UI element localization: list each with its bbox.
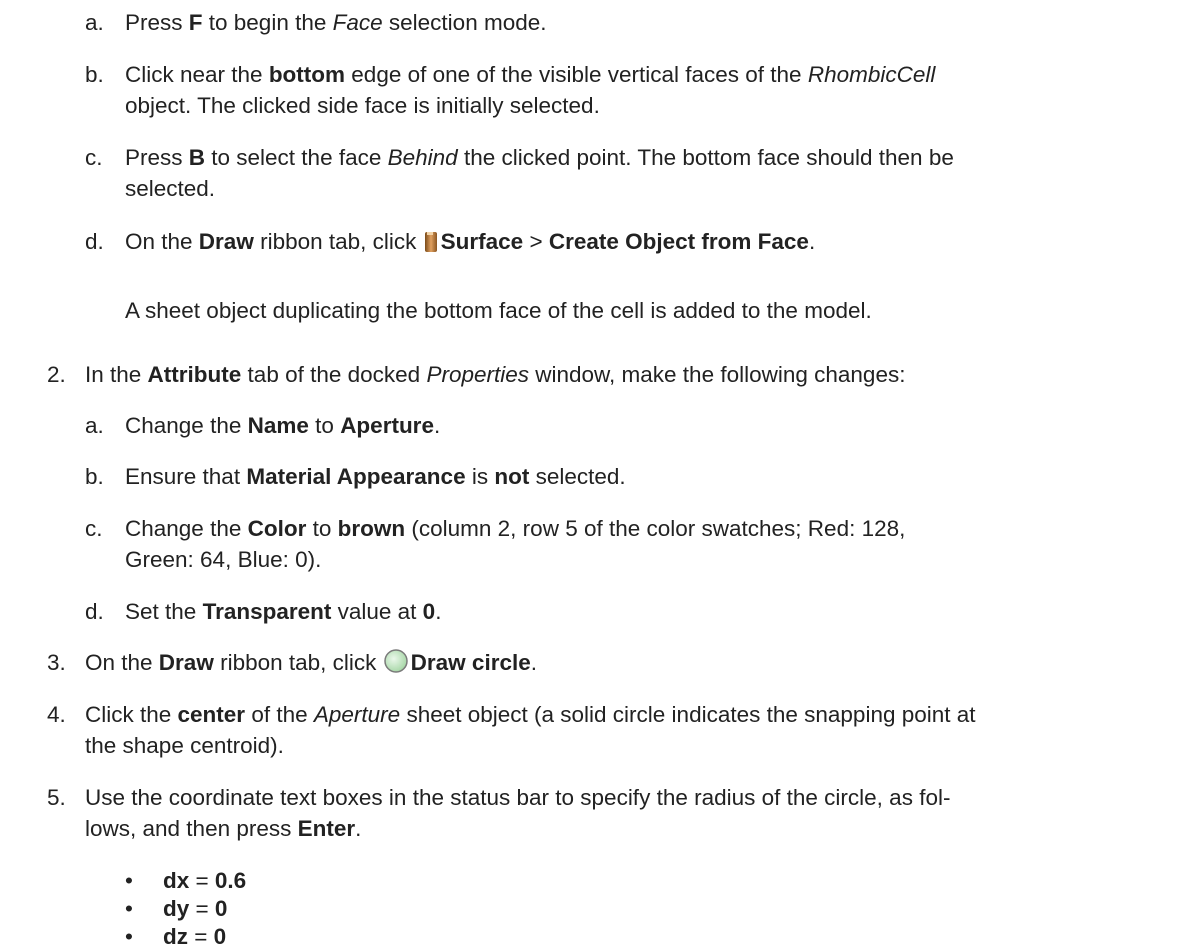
step-1d-text: On the Draw ribbon tab, click Surface > … (125, 226, 815, 261)
list-marker: a. (85, 10, 104, 35)
step-5-text: Use the coordinate text boxes in the sta… (85, 785, 951, 810)
step-3-marker: 3. (47, 650, 66, 675)
step-5-marker: 5. (47, 785, 66, 810)
step-2d-text: Set the Transparent value at 0. (125, 599, 442, 624)
step-2d-marker: d. (85, 599, 104, 624)
step-2a-text: Change the Name to Aperture. (125, 413, 441, 438)
step-4-text-cont: the shape centroid). (85, 733, 284, 758)
step-1a-text: Press F to begin the Face selection mode… (125, 10, 547, 35)
step-2c-text: Change the Color to brown (column 2, row… (125, 516, 906, 541)
step-2-marker: 2. (47, 362, 66, 387)
bullet-dy: • (125, 896, 133, 921)
step-1d-marker: d. (85, 229, 104, 254)
surface-icon (423, 230, 439, 261)
bullet-dz-text: dz = 0 (163, 924, 227, 949)
step-1b-text: Click near the bottom edge of one of the… (125, 62, 936, 87)
step-2b-marker: b. (85, 464, 104, 489)
step-2-text: In the Attribute tab of the docked Prope… (85, 362, 906, 387)
bullet-dz: • (125, 924, 133, 949)
step-2c-text-cont: Green: 64, Blue: 0). (125, 547, 322, 572)
step-1-result: A sheet object duplicating the bottom fa… (125, 298, 872, 323)
step-4-text: Click the center of the Aperture sheet o… (85, 702, 976, 727)
step-1c-text-cont: selected. (125, 176, 216, 201)
bullet-dx: • (125, 868, 133, 893)
bullet-dy-text: dy = 0 (163, 896, 228, 921)
step-4-marker: 4. (47, 702, 66, 727)
step-2c-marker: c. (85, 516, 103, 541)
step-1b-marker: b. (85, 62, 104, 87)
step-2a-marker: a. (85, 413, 104, 438)
bullet-dx-text: dx = 0.6 (163, 868, 247, 893)
step-3-text: On the Draw ribbon tab, click Draw circl… (85, 647, 537, 682)
step-1b-text-cont: object. The clicked side face is initial… (125, 93, 600, 118)
step-5-text-cont: lows, and then press Enter. (85, 816, 362, 841)
step-1a: a. (85, 7, 104, 38)
step-1c-marker: c. (85, 145, 103, 170)
draw-circle-icon (383, 648, 409, 682)
step-2b-text: Ensure that Material Appearance is not s… (125, 464, 626, 489)
step-1c-text: Press B to select the face Behind the cl… (125, 145, 954, 170)
